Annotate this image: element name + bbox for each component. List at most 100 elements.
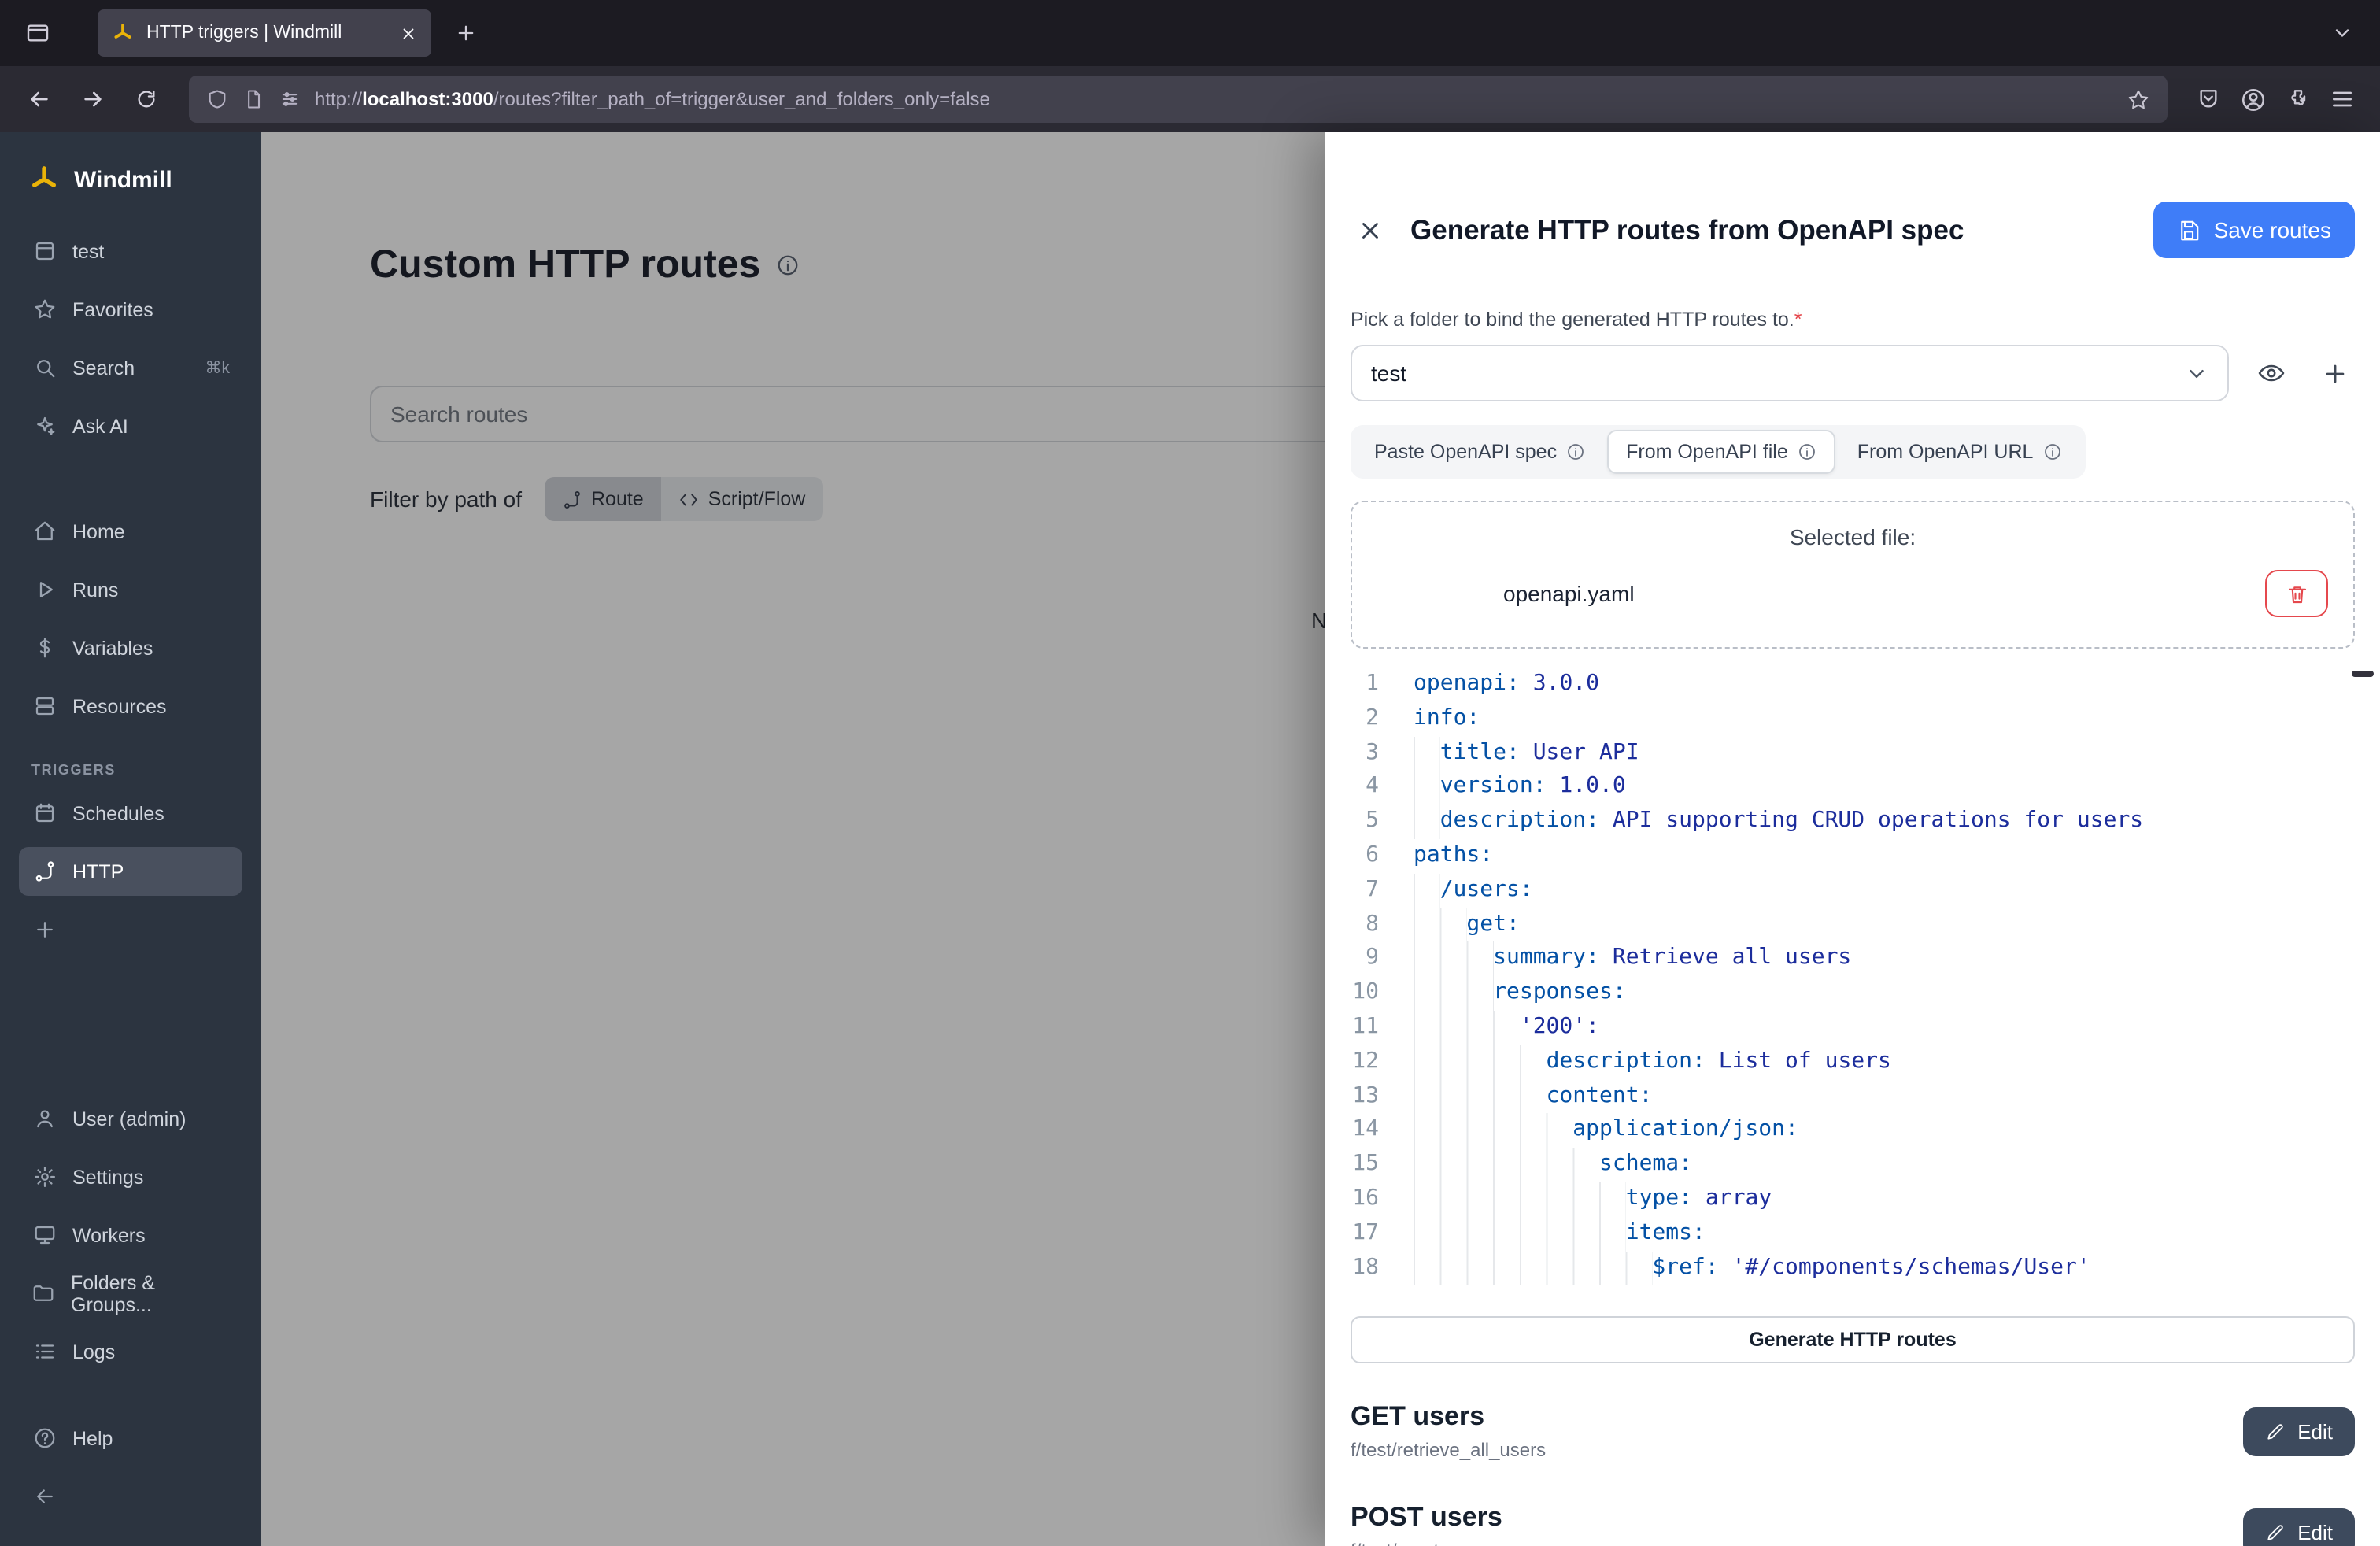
line-number: 12 — [1325, 1045, 1379, 1080]
sidebar-item-label: Resources — [72, 695, 167, 717]
chevron-down-icon — [2331, 22, 2353, 44]
edit-route-button[interactable]: Edit — [2242, 1407, 2355, 1455]
sidebar-item-settings[interactable]: Settings — [19, 1152, 242, 1201]
line-number: 3 — [1325, 736, 1379, 771]
windmill-favicon — [112, 22, 134, 44]
new-tab-button[interactable] — [444, 11, 488, 55]
preview-folder-button[interactable] — [2251, 353, 2292, 394]
sidebar-item-search[interactable]: Search⌘k — [19, 343, 242, 392]
sidebar-item-label: Search — [72, 357, 135, 379]
sidebar-item-help[interactable]: Help — [19, 1414, 242, 1463]
workspace-header[interactable]: Windmill — [19, 154, 242, 227]
code-line: 2info: — [1325, 702, 2380, 737]
logs-icon — [31, 1340, 57, 1363]
sparkle-icon — [31, 414, 57, 438]
plus-button[interactable] — [19, 905, 242, 954]
generated-route-list: GET usersf/test/retrieve_all_usersEditPO… — [1351, 1401, 2355, 1546]
sidebar-item-label: User (admin) — [72, 1108, 187, 1130]
arrow-right-icon — [80, 87, 105, 112]
url-text: http://localhost:3000/routes?filter_path… — [315, 88, 990, 110]
code-line: 15schema: — [1325, 1148, 2380, 1182]
line-number: 15 — [1325, 1148, 1379, 1182]
tab-list-button[interactable] — [2320, 11, 2364, 55]
arrow-left-icon — [27, 87, 52, 112]
sidebar-item-ask-ai[interactable]: Ask AI — [19, 401, 242, 450]
line-number: 6 — [1325, 839, 1379, 874]
folder-select-value: test — [1371, 361, 1406, 386]
sidebar-item-folders-groups[interactable]: Folders & Groups... — [19, 1269, 242, 1318]
sidebar-item-label: Favorites — [72, 298, 153, 320]
folder-select[interactable]: test — [1351, 345, 2229, 401]
info-icon — [2042, 442, 2061, 461]
sidebar-item-logs[interactable]: Logs — [19, 1327, 242, 1376]
sidebar-item-label: Help — [72, 1427, 113, 1449]
menu-icon[interactable] — [2330, 87, 2355, 112]
star-icon — [31, 298, 57, 321]
sidebar-item-runs[interactable]: Runs — [19, 565, 242, 614]
sidebar-main-nav: Home Runs Variables Resources — [19, 507, 242, 740]
gear-icon — [31, 1165, 57, 1189]
add-folder-button[interactable] — [2314, 353, 2355, 394]
tab-strip: HTTP triggers | Windmill — [0, 0, 2380, 66]
edit-route-button[interactable]: Edit — [2242, 1507, 2355, 1546]
sidebar-top-nav: test Favorites Search⌘k Ask AI — [19, 227, 242, 460]
plus-icon — [31, 918, 57, 941]
sidebar-item-label: HTTP — [72, 860, 124, 882]
spec-tab-from-openapi-file[interactable]: From OpenAPI file — [1607, 430, 1835, 474]
firefox-view-icon — [25, 20, 50, 46]
sidebar-item-home[interactable]: Home — [19, 507, 242, 556]
line-number: 2 — [1325, 702, 1379, 737]
sidebar-item-label: Ask AI — [72, 415, 128, 437]
app-shell: Windmill test Favorites Search⌘k Ask AI Hom… — [0, 132, 2380, 1546]
site-info-icon[interactable] — [242, 88, 264, 110]
line-number: 16 — [1325, 1182, 1379, 1217]
extensions-icon[interactable] — [2286, 87, 2311, 112]
sidebar-item-favorites[interactable]: Favorites — [19, 285, 242, 334]
url-bar[interactable]: http://localhost:3000/routes?filter_path… — [189, 76, 2168, 123]
tab-title: HTTP triggers | Windmill — [146, 24, 387, 43]
route-title: POST users — [1351, 1502, 1563, 1533]
code-editor[interactable]: 1openapi: 3.0.02info:3title: User API4ve… — [1325, 668, 2380, 1294]
chevron-down-icon — [2185, 361, 2208, 385]
screen: HTTP triggers | Windmill http://localhos… — [0, 0, 2380, 1546]
info-icon — [1566, 442, 1585, 461]
line-number: 5 — [1325, 804, 1379, 839]
tab-close-icon[interactable] — [400, 24, 417, 42]
spec-tab-from-openapi-url[interactable]: From OpenAPI URL — [1839, 430, 2081, 474]
reload-button[interactable] — [123, 76, 170, 123]
sidebar-item-label: Folders & Groups... — [71, 1271, 230, 1315]
editor-scrollbar-thumb[interactable] — [2352, 671, 2374, 677]
sidebar-item-test[interactable]: test — [19, 227, 242, 276]
arrow-left-button[interactable] — [19, 1472, 242, 1521]
browser-tab[interactable]: HTTP triggers | Windmill — [98, 9, 431, 57]
spec-tab-paste-openapi-spec[interactable]: Paste OpenAPI spec — [1355, 430, 1604, 474]
calendar-icon — [31, 801, 57, 825]
pencil-icon — [2264, 1522, 2285, 1542]
account-icon[interactable] — [2240, 86, 2267, 113]
firefox-view-button[interactable] — [16, 11, 60, 55]
remove-file-button[interactable] — [2265, 570, 2328, 617]
windmill-logo-icon — [28, 164, 60, 195]
sidebar-item-label: Logs — [72, 1341, 115, 1363]
pocket-icon[interactable] — [2196, 87, 2221, 112]
sidebar-item-label: test — [72, 240, 104, 262]
code-line: 12description: List of users — [1325, 1045, 2380, 1080]
line-number: 10 — [1325, 976, 1379, 1011]
bookmark-star-icon[interactable] — [2127, 87, 2150, 111]
sidebar-item-resources[interactable]: Resources — [19, 682, 242, 730]
save-routes-button[interactable]: Save routes — [2154, 202, 2355, 258]
sidebar-item-workers[interactable]: Workers — [19, 1211, 242, 1259]
back-button[interactable] — [16, 76, 63, 123]
sidebar-item-schedules[interactable]: Schedules — [19, 789, 242, 838]
sidebar-item-variables[interactable]: Variables — [19, 623, 242, 672]
tracking-protection-icon[interactable] — [206, 88, 228, 110]
code-line: 18$ref: '#/components/schemas/User' — [1325, 1251, 2380, 1285]
sidebar-item-http[interactable]: HTTP — [19, 847, 242, 896]
permissions-icon[interactable] — [279, 88, 301, 110]
generate-routes-button[interactable]: Generate HTTP routes — [1351, 1316, 2355, 1363]
drawer-close-button[interactable] — [1351, 211, 1388, 249]
home-icon — [31, 520, 57, 543]
search-icon — [31, 356, 57, 379]
sidebar-item-user-admin[interactable]: User (admin) — [19, 1094, 242, 1143]
forward-button[interactable] — [69, 76, 116, 123]
